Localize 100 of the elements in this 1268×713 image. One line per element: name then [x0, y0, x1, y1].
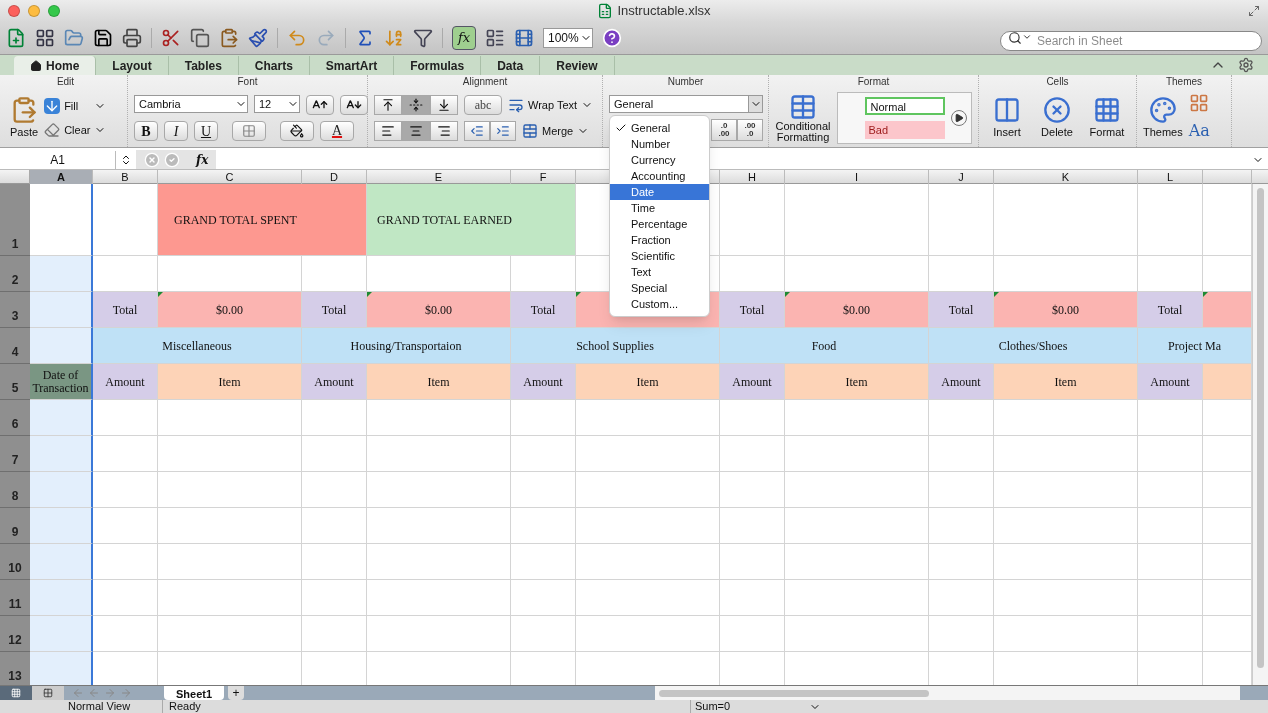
table-cell: Date of Transaction [30, 364, 93, 400]
decrease-indent-button[interactable] [464, 121, 490, 141]
table-cell [1138, 544, 1203, 580]
vertical-align-button[interactable] [430, 95, 458, 115]
menu-item[interactable]: Scientific [610, 248, 709, 264]
formula-builder-button[interactable]: fx [452, 26, 476, 50]
theme-colors-icon[interactable] [1188, 93, 1209, 113]
italic-button[interactable]: I [164, 121, 188, 141]
row-header[interactable]: 1 [0, 184, 30, 256]
underline-button[interactable]: U [194, 121, 218, 141]
menu-item[interactable]: Number [610, 136, 709, 152]
save-icon[interactable] [93, 28, 113, 48]
table-cell [720, 508, 785, 544]
sum-label[interactable]: Sum=0 [691, 700, 821, 713]
cells-button[interactable]: Format [1085, 95, 1129, 141]
row-header[interactable]: 6 [0, 400, 30, 436]
row-header[interactable]: 8 [0, 472, 30, 508]
fill-color-button[interactable] [280, 121, 314, 141]
decimal-button[interactable]: .00 .0 [737, 119, 763, 141]
menu-item[interactable]: Percentage [610, 216, 709, 232]
font-size-field[interactable]: 12 [254, 95, 300, 113]
menu-item[interactable]: Accounting [610, 168, 709, 184]
menu-item[interactable]: Date [610, 184, 709, 200]
paste-button[interactable]: Paste [10, 95, 39, 141]
wrap-text-button[interactable]: Wrap Text [508, 95, 594, 115]
paste-icon[interactable] [219, 28, 239, 48]
row-header[interactable]: 5 [0, 364, 30, 400]
folder-icon[interactable] [64, 28, 84, 48]
conditional-formatting-button[interactable]: Conditional Formatting [775, 93, 831, 143]
orientation-button[interactable]: abc [464, 95, 502, 115]
clear-button[interactable]: Clear [44, 122, 107, 139]
menu-item[interactable]: Currency [610, 152, 709, 168]
table-cell [1138, 616, 1203, 652]
stepper-icon[interactable] [120, 153, 132, 166]
resize-icon[interactable] [1248, 5, 1260, 17]
cell-style[interactable]: Bad [864, 121, 945, 139]
horizontal-align-button[interactable] [402, 121, 430, 141]
table-cell [929, 472, 994, 508]
menu-item[interactable]: Custom... [610, 296, 709, 312]
decimal-button[interactable]: .0 .00 [711, 119, 737, 141]
gallery-icon[interactable] [35, 28, 55, 48]
row-header[interactable]: 9 [0, 508, 30, 544]
table-cell [929, 508, 994, 544]
normal-view-icon[interactable] [0, 686, 32, 700]
ribbon-tab[interactable]: Home [14, 56, 97, 75]
row-header[interactable]: 2 [0, 256, 30, 292]
row-header[interactable]: 3 [0, 292, 30, 328]
printer-icon[interactable] [122, 28, 142, 48]
search-field[interactable]: Search in Sheet [1000, 31, 1262, 51]
add-sheet-button[interactable]: + [228, 686, 245, 700]
zoom-field[interactable]: 100% [543, 28, 593, 48]
cells-button[interactable]: Delete [1035, 95, 1079, 141]
horizontal-align-button[interactable] [430, 121, 458, 141]
vertical-align-button[interactable] [374, 95, 402, 115]
number-format-field[interactable]: General [609, 95, 763, 113]
close-button[interactable] [8, 5, 20, 17]
shrink-font-button[interactable] [340, 95, 368, 115]
theme-fonts-button[interactable]: Aa [1188, 119, 1210, 143]
page-layout-icon[interactable] [32, 686, 64, 700]
function-button[interactable]: fx [196, 150, 209, 169]
cell-style[interactable]: Normal [864, 97, 945, 115]
media-icon[interactable] [514, 28, 534, 48]
merge-button[interactable]: Merge [522, 121, 590, 141]
horizontal-align-button[interactable] [374, 121, 402, 141]
row-header[interactable]: 11 [0, 580, 30, 616]
scissors-icon[interactable] [161, 28, 181, 48]
vertical-align-button[interactable] [402, 95, 430, 115]
row-header[interactable]: 10 [0, 544, 30, 580]
font-name-field[interactable]: Cambria [134, 95, 248, 113]
horizontal-scrollbar[interactable] [655, 686, 1240, 700]
toolbox-icon[interactable] [485, 28, 505, 48]
zoom-button[interactable] [48, 5, 60, 17]
font-color-button[interactable]: A [320, 121, 354, 141]
row-header[interactable]: 13 [0, 652, 30, 685]
name-box[interactable]: A1 [0, 150, 116, 169]
sheet-tab[interactable]: Sheet1 [164, 686, 225, 700]
menu-item[interactable]: General [610, 120, 709, 136]
category-cell: Miscellaneous [93, 328, 302, 364]
help-icon[interactable] [602, 28, 622, 48]
menu-item[interactable]: Special [610, 280, 709, 296]
settings-icon[interactable] [1238, 57, 1254, 73]
row-header[interactable]: 4 [0, 328, 30, 364]
increase-indent-button[interactable] [490, 121, 516, 141]
bold-button[interactable]: B [134, 121, 158, 141]
vertical-scrollbar[interactable] [1252, 184, 1268, 685]
menu-item[interactable]: Text [610, 264, 709, 280]
menu-item[interactable]: Time [610, 200, 709, 216]
menu-item[interactable]: Fraction [610, 232, 709, 248]
column-header[interactable]: A [30, 170, 93, 184]
row-header[interactable]: 7 [0, 436, 30, 472]
row-header[interactable]: 12 [0, 616, 30, 652]
copy-icon[interactable] [190, 28, 210, 48]
themes-button[interactable]: Themes [1143, 95, 1183, 141]
filter-icon[interactable] [413, 28, 433, 48]
grow-font-button[interactable] [306, 95, 334, 115]
new-document-icon[interactable] [6, 28, 26, 48]
paintbrush-icon[interactable] [248, 28, 268, 48]
borders-button[interactable] [232, 121, 266, 141]
cells-button[interactable]: Insert [985, 95, 1029, 141]
fill-button[interactable]: Fill [44, 97, 107, 114]
